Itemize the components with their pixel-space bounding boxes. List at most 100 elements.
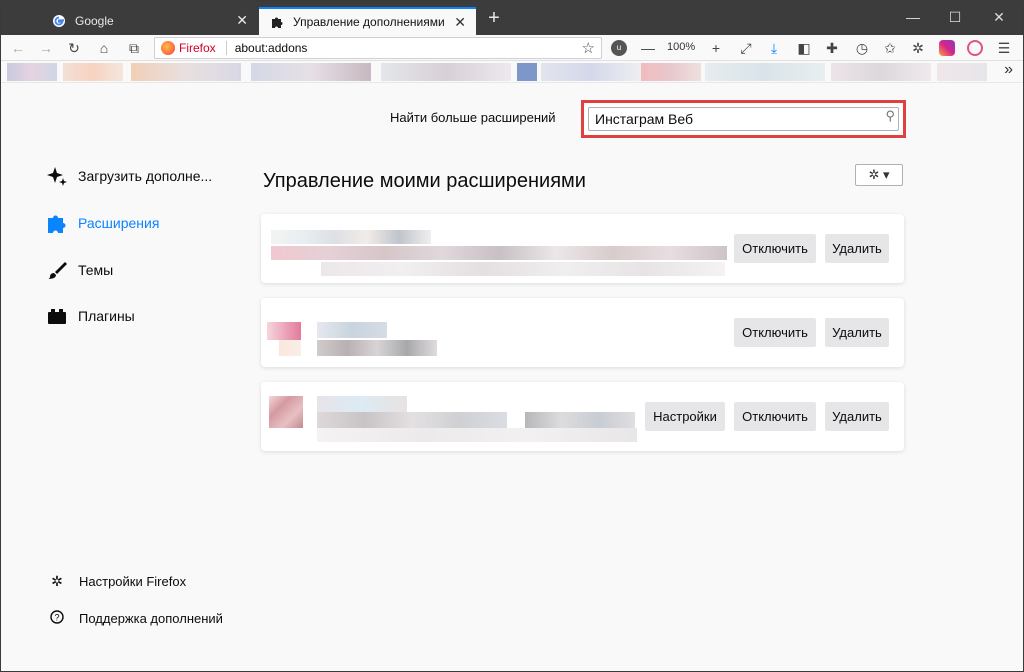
instagram-icon[interactable] (939, 40, 955, 56)
extension-name (271, 246, 727, 260)
window-close-icon[interactable]: ✕ (991, 9, 1007, 26)
extension-icon-part (279, 340, 301, 356)
google-icon (51, 13, 67, 29)
sidebar-item-extensions[interactable]: Расширения (45, 211, 159, 235)
sidebar-item-plugins[interactable]: Плагины (45, 304, 135, 328)
sidebar-item-label: Загрузить дополне... (78, 168, 213, 184)
puzzle-icon (269, 14, 285, 30)
bookmark-item[interactable] (131, 63, 241, 81)
sidebar-item-label: Плагины (78, 308, 135, 324)
url-bar[interactable]: Firefox about:addons ☆ (154, 37, 602, 59)
addons-support-link[interactable]: ? Поддержка дополнений (49, 610, 223, 627)
search-input[interactable]: Инстаграм Веб (588, 107, 899, 131)
bookmark-star-icon[interactable]: ☆ (582, 39, 595, 57)
remove-button[interactable]: Удалить (825, 318, 889, 347)
sidebar-item-recommendations[interactable]: Загрузить дополне... (45, 164, 212, 188)
download-icon[interactable]: ⤓ (765, 39, 783, 57)
tab-label: Google (75, 14, 114, 28)
minimize-icon[interactable]: — (905, 9, 921, 25)
bookmark-item[interactable] (517, 63, 537, 81)
extension-icon (271, 230, 431, 244)
fullscreen-icon[interactable]: ⤢ (737, 39, 755, 57)
menu-icon[interactable]: ☰ (995, 39, 1013, 57)
tab-google[interactable]: Google ✕ (41, 7, 258, 35)
search-icon[interactable]: ⚲ (885, 108, 895, 124)
puzzle-icon (45, 211, 69, 235)
sidebar-icon[interactable]: ◧ (795, 39, 813, 57)
zoom-out-icon[interactable]: — (639, 39, 657, 57)
back-arrow-icon[interactable]: ← (9, 39, 27, 57)
zoom-level[interactable]: 100% (667, 41, 695, 53)
page-title: Управление моими расширениями (263, 170, 586, 192)
disable-button[interactable]: Отключить (734, 234, 816, 263)
firefox-settings-link[interactable]: ✲ Настройки Firefox (49, 573, 186, 590)
sidebar-item-label: Темы (78, 262, 114, 278)
extension-name (317, 322, 387, 338)
identity-label: Firefox (179, 41, 216, 55)
divider (225, 41, 227, 55)
new-tab-button[interactable]: + (483, 7, 505, 29)
extension-description (525, 412, 635, 428)
disable-button[interactable]: Отключить (734, 402, 816, 431)
bookmark-item[interactable] (7, 63, 57, 81)
pocket-icon[interactable]: ✩ (881, 39, 899, 57)
extension-icon (269, 396, 303, 428)
close-icon[interactable]: ✕ (236, 12, 248, 29)
bookmark-item[interactable] (641, 63, 701, 81)
extension-description (321, 262, 725, 276)
close-icon[interactable]: ✕ (454, 14, 466, 31)
navigation-toolbar: ← → ↻ ⌂ ⧉ Firefox about:addons ☆ u — 100… (1, 35, 1023, 61)
tab-addons[interactable]: Управление дополнениями ✕ (259, 7, 476, 35)
svg-text:?: ? (54, 613, 59, 623)
ublock-icon[interactable]: u (611, 40, 627, 56)
screenshot-icon[interactable]: ⧉ (125, 39, 143, 57)
bookmark-item[interactable] (705, 63, 825, 81)
footer-label: Поддержка дополнений (79, 611, 223, 626)
sidebar-item-themes[interactable]: Темы (45, 258, 113, 282)
settings-icon[interactable]: ✲ (909, 39, 927, 57)
chevron-more-icon[interactable]: » (1004, 61, 1013, 79)
disable-button[interactable]: Отключить (734, 318, 816, 347)
extension-card[interactable]: Отключить Удалить (261, 214, 904, 283)
remove-button[interactable]: Удалить (825, 234, 889, 263)
extension-description (317, 412, 507, 428)
extensions-puzzle-icon[interactable]: ✚ (823, 39, 841, 57)
options-button[interactable]: Настройки (645, 402, 725, 431)
extension-icon (267, 322, 301, 340)
gear-icon: ✲ (51, 573, 63, 589)
bookmark-item[interactable] (251, 63, 371, 81)
bookmark-item[interactable] (381, 63, 511, 81)
extension-card[interactable]: Отключить Удалить (261, 298, 904, 367)
addons-page: Найти больше расширений Инстаграм Веб ⚲ … (1, 84, 1023, 671)
sparkle-icon (45, 164, 69, 188)
help-icon: ? (49, 610, 65, 627)
bookmarks-toolbar: » (1, 61, 1023, 83)
bookmark-item[interactable] (63, 63, 123, 81)
browser-window: Google ✕ Управление дополнениями ✕ + — ☐… (0, 0, 1024, 672)
forward-arrow-icon[interactable]: → (37, 39, 55, 57)
gear-icon: ✲ (868, 167, 880, 182)
extension-card[interactable]: Настройки Отключить Удалить (261, 382, 904, 451)
tab-strip: Google ✕ Управление дополнениями ✕ + — ☐… (1, 1, 1023, 35)
maximize-icon[interactable]: ☐ (947, 9, 963, 26)
zoom-in-icon[interactable]: + (707, 39, 725, 57)
reload-icon[interactable]: ↻ (65, 39, 83, 57)
search-label: Найти больше расширений (390, 110, 556, 125)
extension-description (317, 428, 637, 442)
remove-button[interactable]: Удалить (825, 402, 889, 431)
history-icon[interactable]: ◷ (853, 39, 871, 57)
bookmark-item[interactable] (831, 63, 931, 81)
sidebar-item-label: Расширения (78, 215, 160, 231)
tools-menu-button[interactable]: ✲ ▾ (855, 164, 903, 186)
chevron-down-icon: ▾ (883, 167, 890, 182)
home-icon[interactable]: ⌂ (95, 39, 113, 57)
instagram-alt-icon[interactable] (967, 40, 983, 56)
bookmark-item[interactable] (541, 63, 641, 81)
url-text: about:addons (234, 41, 308, 55)
bookmark-item[interactable] (937, 63, 987, 81)
firefox-logo-icon (161, 41, 175, 55)
plugin-icon (45, 304, 69, 328)
search-highlight-box: Инстаграм Веб ⚲ (581, 100, 906, 138)
extension-description (317, 340, 437, 356)
brush-icon (45, 258, 69, 282)
